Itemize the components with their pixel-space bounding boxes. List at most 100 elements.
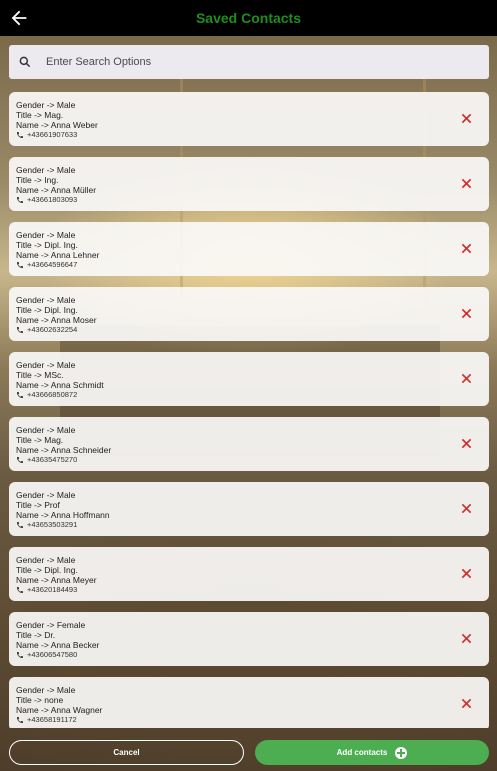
phone-icon [17,717,23,723]
phone-icon [17,197,23,203]
contact-info: Gender -> Male Title -> Mag. Name -> Ann… [16,100,98,140]
contact-title: Title -> Mag. [16,435,64,445]
contact-phone: +43620184493 [27,585,78,594]
contact-phone-row: +43620184493 [16,585,97,595]
contact-name: Name -> Anna Weber [16,120,98,130]
contact-gender: Gender -> Male [16,425,76,435]
phone-icon [17,132,23,138]
delete-icon[interactable] [461,113,472,124]
contact-info: Gender -> Male Title -> none Name -> Ann… [16,685,102,725]
contact-info: Gender -> Male Title -> Prof Name -> Ann… [16,490,110,530]
search-icon [19,56,31,68]
contact-info: Gender -> Female Title -> Dr. Name -> An… [16,620,99,660]
delete-icon[interactable] [461,698,472,709]
contact-phone-row: +43666850872 [16,390,104,400]
contact-title: Title -> Mag. [16,110,64,120]
contact-name: Name -> Anna Wagner [16,705,103,715]
add-contacts-button[interactable]: Add contacts [255,740,489,765]
search-bar[interactable] [9,45,489,79]
contact-gender: Gender -> Female [16,620,86,630]
phone-icon [17,522,23,528]
phone-icon [17,392,23,398]
contact-phone-row: +43661803093 [16,195,96,205]
contact-card[interactable]: Gender -> Female Title -> Dr. Name -> An… [9,612,489,666]
contact-phone: +43653503291 [27,520,78,529]
contact-title: Title -> Dipl. Ing. [16,565,78,575]
phone-icon [17,652,23,658]
contact-phone-row: +43606547580 [16,650,99,660]
contact-name: Name -> Anna Meyer [16,575,97,585]
phone-icon [17,327,23,333]
contact-name: Name -> Anna Moser [16,315,97,325]
phone-icon [17,262,23,268]
add-contacts-label: Add contacts [336,748,388,757]
contact-name: Name -> Anna Becker [16,640,100,650]
contact-title: Title -> Dr. [16,630,56,640]
app-bar: Saved Contacts [0,0,497,36]
phone-icon [17,457,23,463]
contact-info: Gender -> Male Title -> Dipl. Ing. Name … [16,295,97,335]
delete-icon[interactable] [461,308,472,319]
phone-icon [17,587,23,593]
contact-info: Gender -> Male Title -> Mag. Name -> Ann… [16,425,111,465]
contact-phone: +43602632254 [27,325,78,334]
contact-name: Name -> Anna Schneider [16,445,112,455]
contact-list[interactable]: Gender -> Male Title -> Mag. Name -> Ann… [9,92,489,728]
contact-name: Name -> Anna Schmidt [16,380,104,390]
contact-phone: +43606547580 [27,650,78,659]
contact-info: Gender -> Male Title -> Dipl. Ing. Name … [16,230,99,270]
cancel-button[interactable]: Cancel [9,740,244,765]
contact-title: Title -> MSc. [16,370,64,380]
contact-gender: Gender -> Male [16,230,76,240]
delete-icon[interactable] [461,568,472,579]
contact-phone: +43666850872 [27,390,78,399]
contact-card[interactable]: Gender -> Male Title -> Dipl. Ing. Name … [9,222,489,276]
contact-phone-row: +43602632254 [16,325,97,335]
contact-info: Gender -> Male Title -> Dipl. Ing. Name … [16,555,97,595]
contact-gender: Gender -> Male [16,100,76,110]
search-input[interactable] [44,55,468,69]
delete-icon[interactable] [461,373,472,384]
contact-card[interactable]: Gender -> Male Title -> Dipl. Ing. Name … [9,287,489,341]
contact-title: Title -> Dipl. Ing. [16,240,78,250]
contact-name: Name -> Anna Lehner [16,250,100,260]
contact-phone-row: +43661907633 [16,130,98,140]
contact-gender: Gender -> Male [16,555,76,565]
contact-gender: Gender -> Male [16,165,76,175]
contact-info: Gender -> Male Title -> Ing. Name -> Ann… [16,165,96,205]
arrow-left-icon[interactable] [8,7,30,29]
delete-icon[interactable] [461,503,472,514]
contact-title: Title -> none [16,695,64,705]
contact-card[interactable]: Gender -> Male Title -> Mag. Name -> Ann… [9,417,489,471]
contact-phone: +43661803093 [27,195,78,204]
delete-icon[interactable] [461,178,472,189]
contact-title: Title -> Dipl. Ing. [16,305,78,315]
contact-phone: +43658191172 [27,715,77,724]
contact-phone-row: +43664596647 [16,260,99,270]
contact-gender: Gender -> Male [16,295,76,305]
contact-title: Title -> Ing. [16,175,59,185]
contact-card[interactable]: Gender -> Male Title -> MSc. Name -> Ann… [9,352,489,406]
contact-phone: +43661907633 [27,130,78,139]
footer-bar: Cancel Add contacts [0,734,497,771]
delete-icon[interactable] [461,438,472,449]
contact-card[interactable]: Gender -> Male Title -> Ing. Name -> Ann… [9,157,489,211]
contact-card[interactable]: Gender -> Male Title -> Mag. Name -> Ann… [9,92,489,146]
contact-info: Gender -> Male Title -> MSc. Name -> Ann… [16,360,104,400]
contact-phone-row: +43653503291 [16,520,110,530]
contact-phone: +43635475270 [27,455,78,464]
contact-name: Name -> Anna Hoffmann [16,510,110,520]
add-circle-icon [395,746,408,759]
contact-gender: Gender -> Male [16,490,76,500]
contact-card[interactable]: Gender -> Male Title -> Dipl. Ing. Name … [9,547,489,601]
contact-phone-row: +43658191172 [16,715,102,725]
contact-name: Name -> Anna Müller [16,185,97,195]
contact-card[interactable]: Gender -> Male Title -> none Name -> Ann… [9,677,489,728]
page-title: Saved Contacts [195,10,302,26]
contact-phone: +43664596647 [27,260,78,269]
contact-title: Title -> Prof [16,500,60,510]
contact-gender: Gender -> Male [16,685,76,695]
delete-icon[interactable] [461,243,472,254]
contact-card[interactable]: Gender -> Male Title -> Prof Name -> Ann… [9,482,489,536]
delete-icon[interactable] [461,633,472,644]
